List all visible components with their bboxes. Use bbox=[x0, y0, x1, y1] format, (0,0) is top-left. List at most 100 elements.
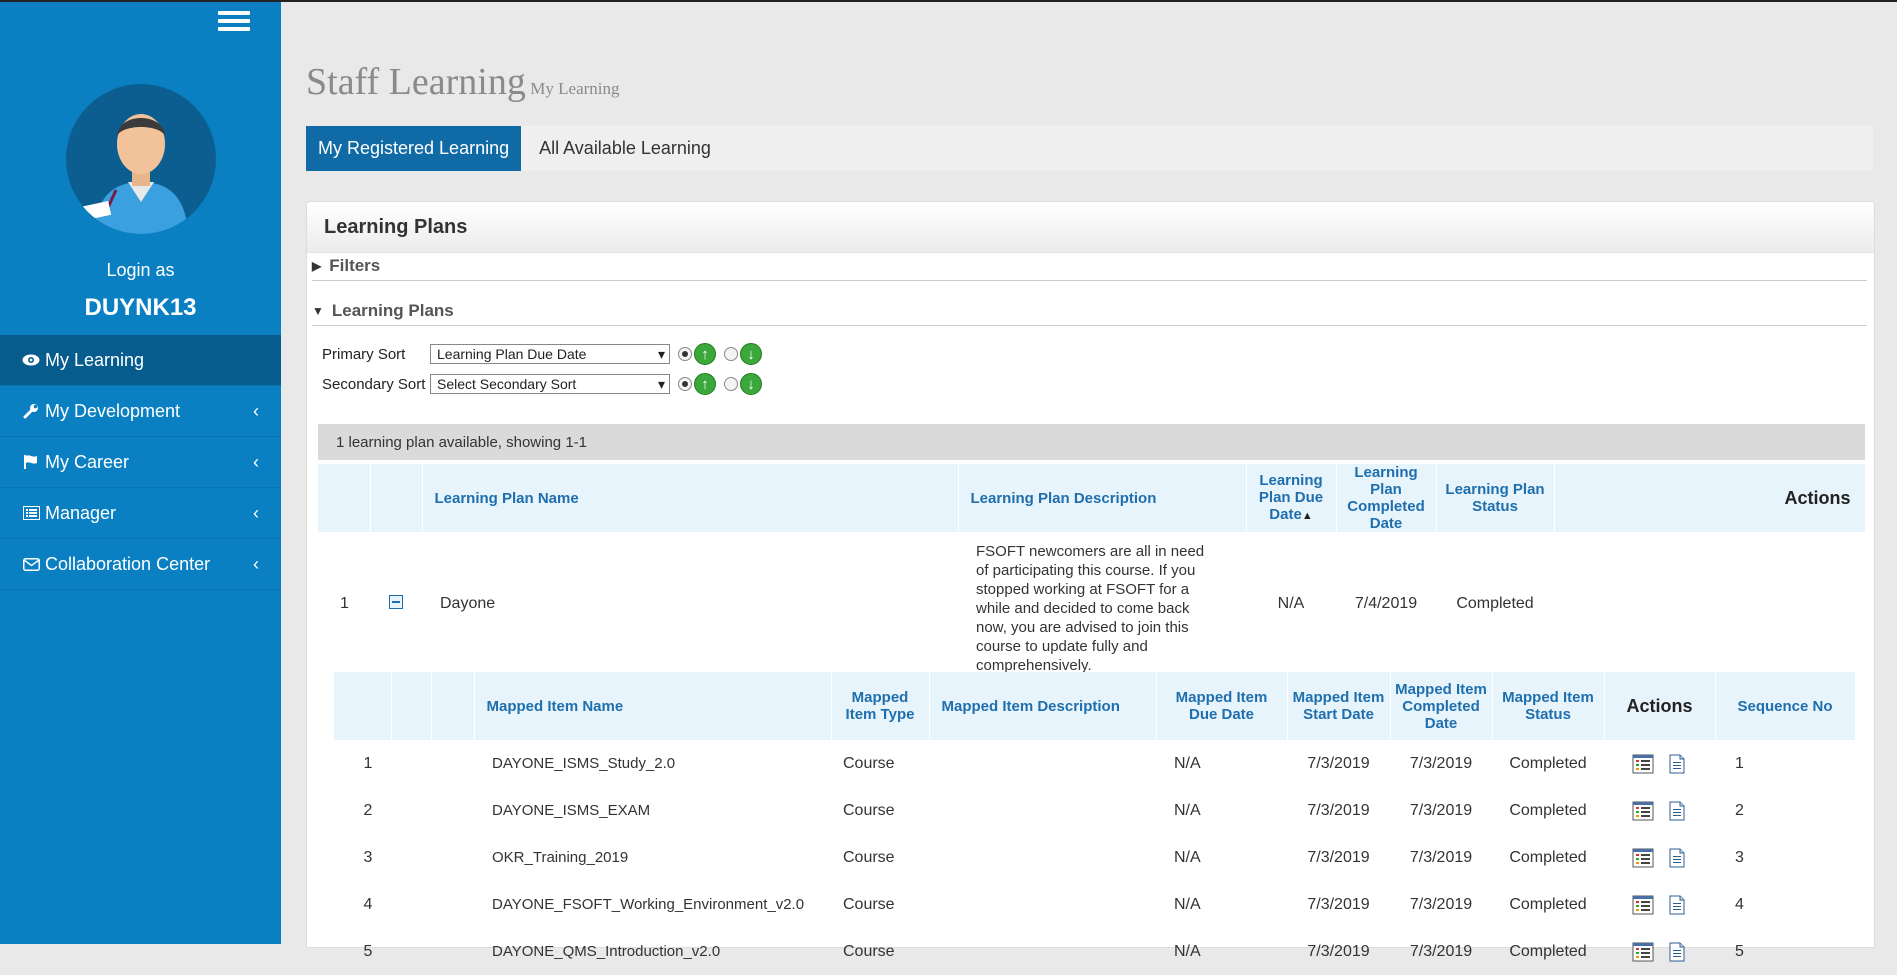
mapped-item-status: Completed bbox=[1509, 848, 1587, 866]
table-header-row: Mapped Item Name Mapped Item Type Mapped… bbox=[334, 672, 1856, 740]
sort-ascending-radio[interactable] bbox=[678, 377, 692, 391]
mapped-item-name-link[interactable]: DAYONE_ISMS_EXAM bbox=[474, 787, 831, 834]
column-header-mapped-item-completed-date[interactable]: Mapped Item Completed Date bbox=[1390, 672, 1493, 740]
column-header-mapped-item-description[interactable]: Mapped Item Description bbox=[929, 672, 1157, 740]
column-header-plan-due-date[interactable]: Learning Plan Due Date▲ bbox=[1246, 464, 1337, 532]
filters-section-toggle[interactable]: ▶ Filters bbox=[312, 252, 1867, 281]
row-actions bbox=[1604, 928, 1715, 975]
results-count-bar: 1 learning plan available, showing 1-1 bbox=[318, 424, 1865, 460]
sidebar-item-my-development[interactable]: My Development ‹ bbox=[0, 386, 281, 437]
detail-list-icon[interactable] bbox=[1632, 754, 1654, 774]
table-row: 4 DAYONE_FSOFT_Working_Environment_v2.0 Co… bbox=[334, 881, 1855, 928]
sidebar-item-label: My Career bbox=[45, 451, 130, 472]
column-header-actions: Actions bbox=[1554, 464, 1866, 532]
arrow-up-icon[interactable]: ↑ bbox=[694, 343, 716, 365]
sequence-no: 3 bbox=[1735, 848, 1744, 866]
detail-list-icon[interactable] bbox=[1632, 801, 1654, 821]
arrow-down-icon[interactable]: ↓ bbox=[740, 373, 762, 395]
sidebar-item-my-career[interactable]: My Career ‹ bbox=[0, 437, 281, 488]
mapped-item-name-link[interactable]: OKR_Training_2019 bbox=[474, 834, 831, 881]
page-title: Staff Learning My Learning bbox=[306, 60, 620, 104]
mapped-item-description bbox=[929, 834, 1156, 881]
detail-list-icon[interactable] bbox=[1632, 895, 1654, 915]
chevron-left-icon: ‹ bbox=[253, 401, 259, 421]
sort-descending-radio[interactable] bbox=[724, 377, 738, 391]
column-header-sequence-no[interactable]: Sequence No bbox=[1715, 672, 1856, 740]
flag-icon bbox=[21, 453, 41, 471]
column-header-actions: Actions bbox=[1604, 672, 1716, 740]
mapped-item-description bbox=[929, 881, 1156, 928]
sequence-no: 5 bbox=[1735, 942, 1744, 960]
mapped-items-container: Mapped Item Name Mapped Item Type Mapped… bbox=[334, 672, 1856, 975]
blank-cell bbox=[431, 928, 474, 975]
table-header-row: Learning Plan Name Learning Plan Descrip… bbox=[318, 464, 1866, 532]
column-header-mapped-item-type[interactable]: Mapped Item Type bbox=[831, 672, 930, 740]
column-header-plan-description[interactable]: Learning Plan Description bbox=[958, 464, 1247, 532]
sequence-no: 4 bbox=[1735, 895, 1744, 913]
table-row: 2 DAYONE_ISMS_EXAM Course N/A 7/3/2019 7/3/20… bbox=[334, 787, 1855, 834]
mapped-item-start-date: 7/3/2019 bbox=[1307, 848, 1370, 866]
table-row: 1 DAYONE_ISMS_Study_2.0 Course N/A 7/3/2019 7… bbox=[334, 740, 1855, 787]
mapped-items-table: Mapped Item Name Mapped Item Type Mapped… bbox=[334, 672, 1856, 740]
mapped-item-name-link[interactable]: DAYONE_FSOFT_Working_Environment_v2.0 bbox=[474, 881, 831, 928]
mapped-item-type: Course bbox=[843, 895, 895, 913]
blank-cell bbox=[391, 834, 431, 881]
learning-plans-section-toggle[interactable]: ▼ Learning Plans bbox=[312, 297, 1867, 326]
document-icon[interactable] bbox=[1666, 848, 1688, 868]
dropdown-caret-icon: ▾ bbox=[657, 375, 665, 392]
sort-ascending-radio[interactable] bbox=[678, 347, 692, 361]
sidebar-nav: My Learning My Development ‹ My Career ‹… bbox=[0, 335, 281, 590]
column-header-blank bbox=[431, 672, 475, 740]
mapped-item-start-date: 7/3/2019 bbox=[1307, 895, 1370, 913]
hamburger-menu-icon[interactable] bbox=[218, 11, 250, 33]
mapped-item-start-date: 7/3/2019 bbox=[1307, 801, 1370, 819]
document-icon[interactable] bbox=[1666, 942, 1688, 962]
sidebar-item-label: My Learning bbox=[45, 349, 145, 370]
sidebar-item-label: My Development bbox=[45, 400, 181, 421]
mapped-item-name-link[interactable]: DAYONE_QMS_Introduction_v2.0 bbox=[474, 928, 831, 975]
detail-list-icon[interactable] bbox=[1632, 848, 1654, 868]
mapped-item-name-link[interactable]: DAYONE_ISMS_Study_2.0 bbox=[474, 740, 831, 787]
mapped-item-due-date: N/A bbox=[1174, 801, 1201, 819]
column-header-mapped-item-due-date[interactable]: Mapped Item Due Date bbox=[1156, 672, 1288, 740]
mapped-item-status: Completed bbox=[1509, 895, 1587, 913]
column-header-plan-due-date-label: Learning Plan Due Date bbox=[1258, 471, 1324, 523]
caret-down-icon: ▼ bbox=[312, 304, 324, 318]
column-header-mapped-item-start-date[interactable]: Mapped Item Start Date bbox=[1287, 672, 1391, 740]
column-header-plan-name[interactable]: Learning Plan Name bbox=[422, 464, 959, 532]
column-header-plan-status[interactable]: Learning Plan Status bbox=[1436, 464, 1555, 532]
sidebar-item-collaboration-center[interactable]: Collaboration Center ‹ bbox=[0, 539, 281, 590]
mapped-item-completed-date: 7/3/2019 bbox=[1409, 895, 1473, 913]
mapped-item-completed-date: 7/3/2019 bbox=[1409, 848, 1473, 866]
column-header-plan-completed-date[interactable]: Learning Plan Completed Date bbox=[1336, 464, 1437, 532]
tab-all-available-learning[interactable]: All Available Learning bbox=[521, 126, 723, 171]
secondary-sort-label: Secondary Sort bbox=[322, 375, 426, 393]
tab-my-registered-learning[interactable]: My Registered Learning bbox=[306, 126, 522, 171]
secondary-sort-select[interactable]: Select Secondary Sort ▾ bbox=[430, 374, 670, 394]
column-header-expand bbox=[370, 464, 423, 532]
row-number: 2 bbox=[363, 801, 373, 819]
document-icon[interactable] bbox=[1666, 754, 1688, 774]
sequence-no: 2 bbox=[1735, 801, 1744, 819]
row-actions bbox=[1604, 834, 1715, 881]
row-actions bbox=[1604, 881, 1715, 928]
learning-plans-panel: Learning Plans ▶ Filters ▼ Learning Plan… bbox=[306, 201, 1875, 961]
sidebar-item-manager[interactable]: Manager ‹ bbox=[0, 488, 281, 539]
column-header-mapped-item-status[interactable]: Mapped Item Status bbox=[1492, 672, 1605, 740]
arrow-down-icon[interactable]: ↓ bbox=[740, 343, 762, 365]
mapped-item-type: Course bbox=[843, 801, 895, 819]
row-actions bbox=[1604, 787, 1715, 834]
detail-list-icon[interactable] bbox=[1632, 942, 1654, 962]
filters-label: Filters bbox=[329, 256, 381, 275]
arrow-up-icon[interactable]: ↑ bbox=[694, 373, 716, 395]
avatar bbox=[66, 84, 216, 234]
primary-sort-select[interactable]: Learning Plan Due Date ▾ bbox=[430, 344, 670, 364]
document-icon[interactable] bbox=[1666, 801, 1688, 821]
column-header-no bbox=[334, 672, 392, 740]
mapped-items-body: 1 DAYONE_ISMS_Study_2.0 Course N/A 7/3/2019 7… bbox=[334, 740, 1855, 975]
sort-descending-radio[interactable] bbox=[724, 347, 738, 361]
tab-bar: My Registered Learning All Available Lea… bbox=[306, 126, 1873, 171]
document-icon[interactable] bbox=[1666, 895, 1688, 915]
column-header-mapped-item-name[interactable]: Mapped Item Name bbox=[474, 672, 832, 740]
sidebar-item-my-learning[interactable]: My Learning bbox=[0, 335, 281, 386]
